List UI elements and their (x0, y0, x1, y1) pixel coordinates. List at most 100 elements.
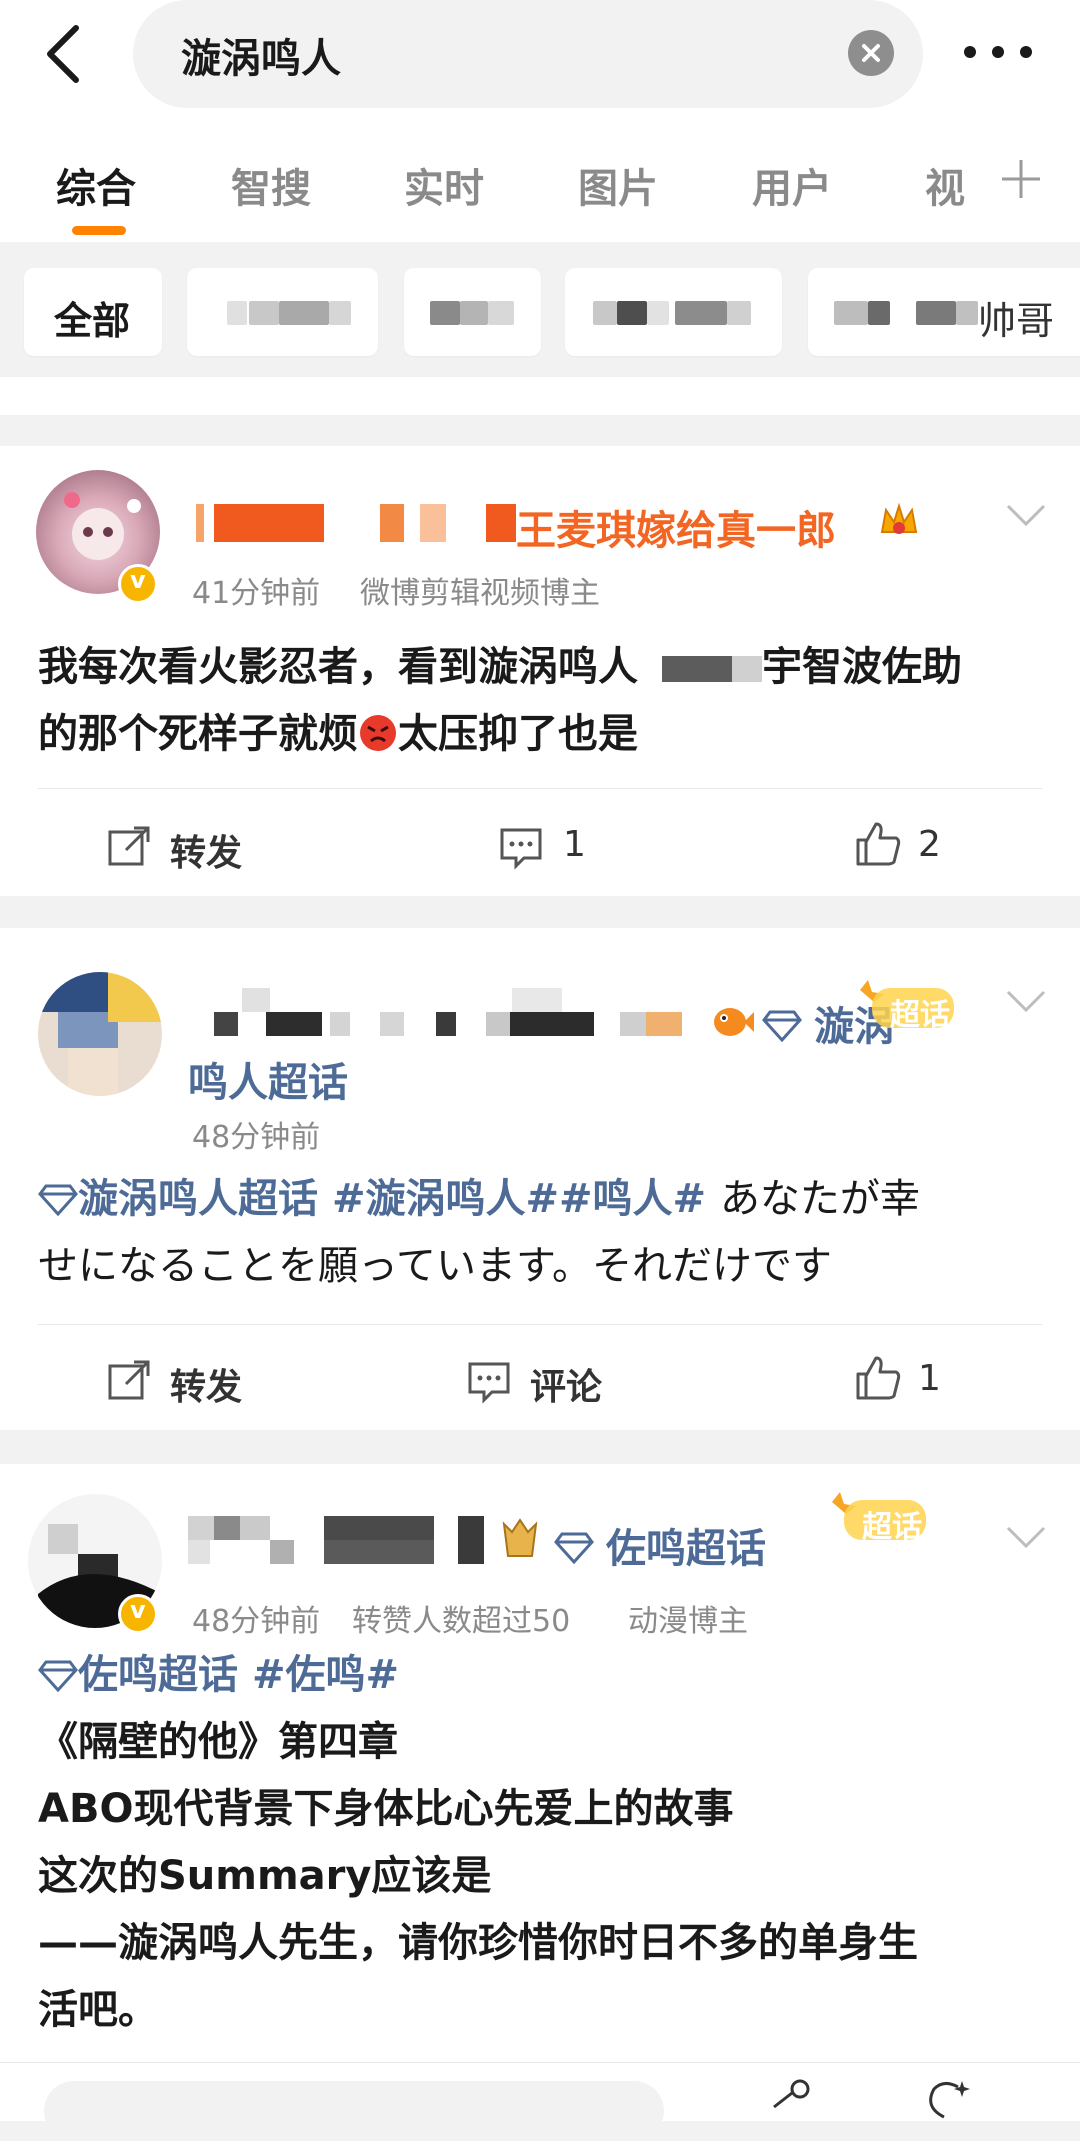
top-bar: 漩涡鸣人 (0, 0, 1080, 112)
active-tab-indicator (72, 226, 126, 235)
tab-users[interactable]: 用户 (752, 156, 832, 214)
divider (38, 788, 1042, 789)
blurred-text (420, 504, 446, 542)
bottom-comment-bar (0, 2062, 1080, 2141)
chip-label: 帅哥 (978, 299, 1055, 343)
chevron-down-icon[interactable] (1006, 990, 1046, 1014)
tab-bar: 综合 智搜 实时 图片 用户 视 (0, 112, 1080, 242)
username[interactable]: 王麦琪嫁给真一郎 (516, 498, 836, 556)
like-icon[interactable] (854, 1354, 902, 1402)
post-text[interactable]: 漩涡鸣人超话 #漩涡鸣人##鸣人# あなたが幸 せになることを願っています。それ… (38, 1166, 1048, 1300)
post-card: 佐鸣超话 超话 48分钟前 转赞人数超过50 动漫博主 佐鸣超话 #佐鸣# 《隔… (0, 1464, 1080, 2064)
chip-all[interactable]: 全部 (24, 268, 162, 356)
blurred-text (380, 1012, 404, 1036)
like-icon[interactable] (854, 820, 902, 868)
blurred-text (510, 1012, 594, 1036)
blurred-text (956, 301, 978, 325)
blurred-text (380, 504, 404, 542)
blurred-text (196, 504, 204, 542)
blurred-text (486, 1012, 510, 1036)
supertopic-diamond-icon (762, 1010, 802, 1042)
tab-images[interactable]: 图片 (578, 156, 658, 214)
comment-count[interactable]: 1 (563, 824, 586, 865)
blurred-text (868, 301, 890, 325)
tab-smart-search[interactable]: 智搜 (231, 156, 311, 214)
blurred-text (460, 301, 488, 325)
hashtag-link[interactable]: #漩涡鸣人##鸣人# (332, 1176, 706, 1222)
crown-badge-icon (880, 502, 918, 534)
blurred-text (620, 1012, 646, 1036)
blurred-text (646, 1012, 682, 1036)
comment-input[interactable] (44, 2081, 664, 2141)
blurred-text (329, 301, 351, 325)
post-text[interactable]: 佐鸣超话 #佐鸣# 《隔壁的他》第四章 ABO现代背景下身体比心先爱上的故事 这… (38, 1642, 1048, 2044)
fish-badge-icon (714, 1008, 754, 1036)
angry-emoji-icon (360, 715, 396, 751)
comment-icon[interactable] (498, 826, 544, 870)
supertopic-tag-link[interactable]: 佐鸣超话 (78, 1652, 238, 1698)
chevron-down-icon[interactable] (1006, 504, 1046, 528)
blurred-text (617, 301, 647, 325)
tab-comprehensive[interactable]: 综合 (56, 156, 136, 214)
chip-filter[interactable] (404, 268, 541, 356)
more-options-icon[interactable] (960, 40, 1040, 70)
blurred-text (593, 301, 617, 325)
like-count[interactable]: 2 (918, 824, 941, 865)
rank-badge-icon (502, 1518, 538, 1557)
blurred-text (249, 301, 279, 325)
avatar[interactable] (38, 972, 162, 1096)
post-text[interactable]: 我每次看火影忍者，看到漩涡鸣人 宇智波佐助 的那个死样子就烦 太压抑了也是 (38, 634, 1048, 768)
supertopic-tag-link[interactable]: 漩涡鸣人超话 (78, 1176, 318, 1222)
chip-all-label: 全部 (54, 299, 131, 343)
blurred-text (214, 1012, 238, 1036)
post-time: 48分钟前 (192, 1604, 321, 1639)
repost-icon[interactable] (106, 1358, 152, 1404)
repost-button[interactable]: 转发 (170, 1358, 242, 1410)
search-bar[interactable]: 漩涡鸣人 (133, 0, 923, 108)
add-tab-icon[interactable] (998, 156, 1044, 202)
post-card: 王麦琪嫁给真一郎 41分钟前 微博剪辑视频博主 我每次看火影忍者，看到漩涡鸣人宇… (0, 446, 1080, 896)
blurred-text (675, 301, 727, 325)
like-count[interactable]: 1 (918, 1358, 941, 1399)
blurred-text (324, 1516, 434, 1540)
search-query[interactable]: 漩涡鸣人 (181, 26, 341, 84)
back-arrow-icon[interactable] (40, 22, 90, 86)
blurred-text (214, 1516, 240, 1540)
blurred-text (834, 301, 868, 325)
supertopic-badge: 超话 (846, 976, 966, 1033)
blurred-text (458, 1516, 484, 1564)
chip-filter[interactable]: 帅哥 (808, 268, 1080, 356)
repost-icon[interactable] (106, 824, 152, 870)
blurred-text (727, 301, 751, 325)
supertopic-link[interactable]: 佐鸣超话 (606, 1516, 766, 1574)
blurred-text (436, 1012, 456, 1036)
post-source: 动漫博主 (628, 1604, 748, 1639)
blurred-text (227, 301, 247, 325)
chevron-down-icon[interactable] (1006, 1526, 1046, 1550)
blurred-text (188, 1540, 210, 1564)
collapsed-strip (0, 377, 1080, 415)
tab-video[interactable]: 视 (925, 156, 965, 214)
ai-assist-icon[interactable] (920, 2077, 980, 2121)
blurred-text (916, 301, 956, 325)
blurred-text (430, 301, 460, 325)
clear-search-icon[interactable] (848, 30, 894, 76)
supertopic-diamond-icon (554, 1532, 594, 1564)
blurred-text (488, 301, 514, 325)
supertopic-link[interactable]: 鸣人超话 (188, 1050, 348, 1108)
supertopic-diamond-icon (38, 1184, 78, 1217)
chip-filter[interactable] (565, 268, 782, 356)
verified-badge-icon (118, 1594, 158, 1634)
comment-icon[interactable] (466, 1360, 512, 1404)
blurred-text (214, 504, 324, 542)
share-icon[interactable] (760, 2079, 816, 2119)
post-time: 48分钟前 (192, 1120, 321, 1155)
comment-button[interactable]: 评论 (530, 1358, 602, 1410)
post-card: 漩涡 鸣人超话 超话 48分钟前 漩涡鸣人超话 #漩涡鸣人##鸣人# あなたが幸… (0, 928, 1080, 1430)
blurred-text (512, 988, 562, 1012)
repost-button[interactable]: 转发 (170, 824, 242, 876)
tab-realtime[interactable]: 实时 (404, 156, 484, 214)
hashtag-link[interactable]: #佐鸣# (252, 1652, 399, 1698)
supertopic-badge-label: 超话 (890, 998, 950, 1033)
chip-filter[interactable] (187, 268, 378, 356)
